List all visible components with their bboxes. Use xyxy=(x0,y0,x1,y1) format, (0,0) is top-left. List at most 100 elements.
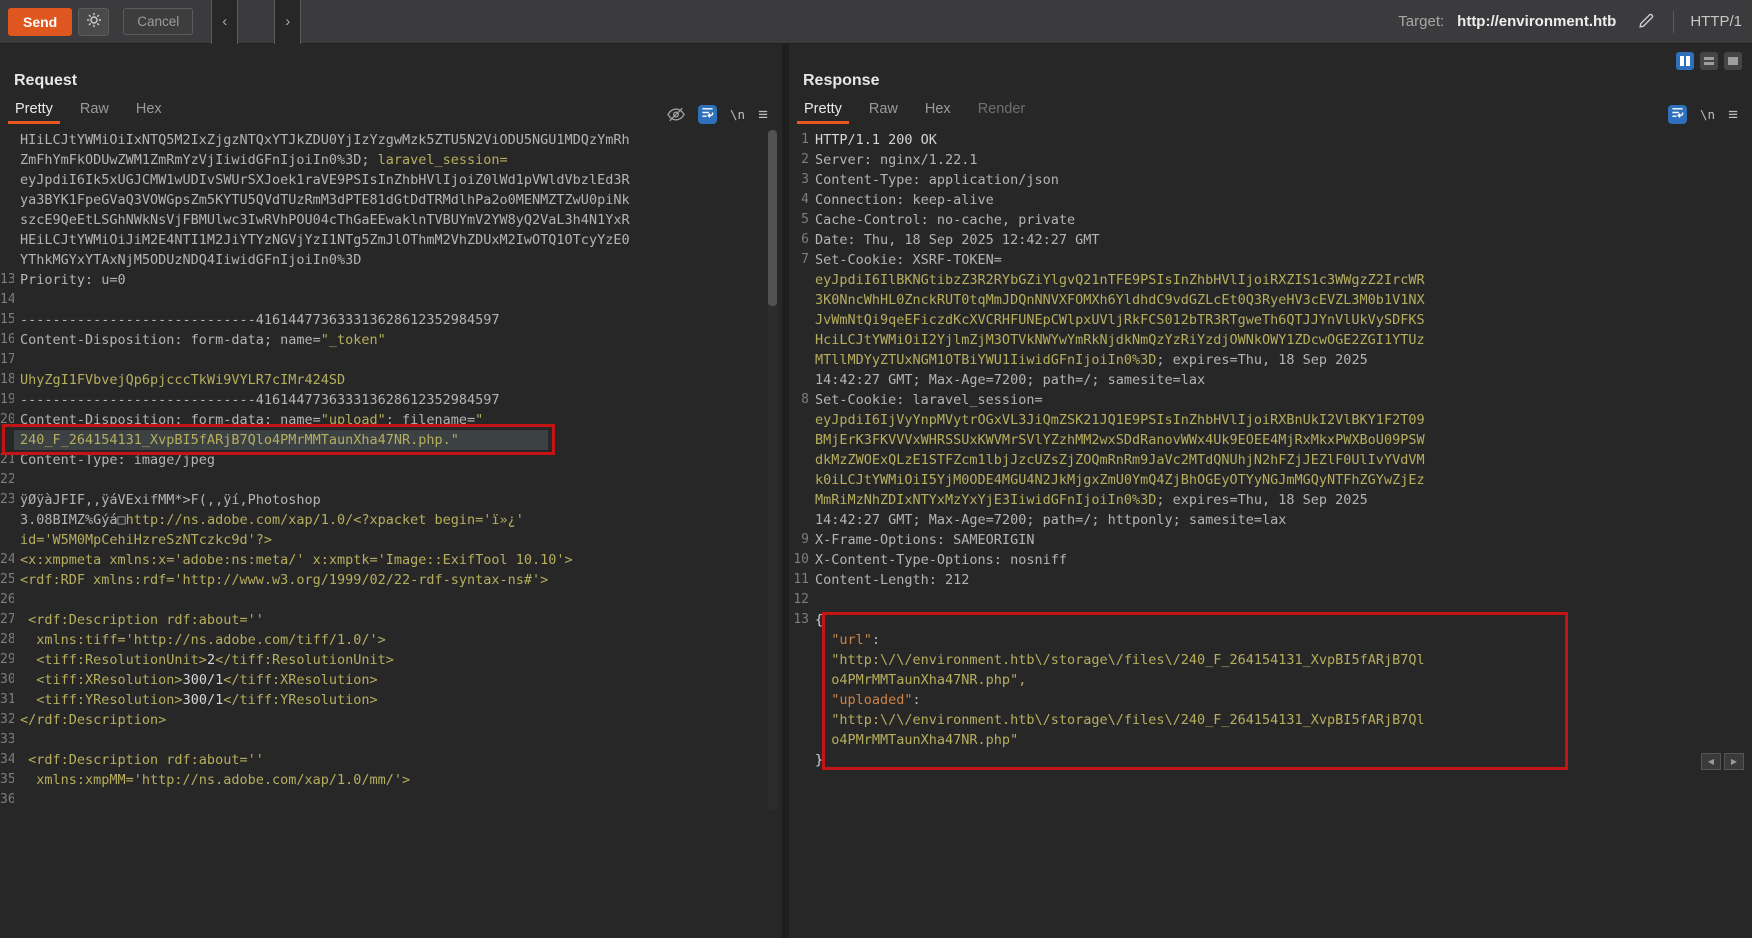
code-line: 6Date: Thu, 18 Sep 2025 12:42:27 GMT xyxy=(789,230,1752,250)
layout-columns-icon xyxy=(1680,56,1684,66)
code-text: MTllMDYyZTUxNGM1OTBiYWU1IiwidGFnIjoiIn0%… xyxy=(809,350,1368,370)
code-text: <rdf:Description rdf:about='' xyxy=(14,750,264,770)
code-text: "http:\/\/environment.htb\/storage\/file… xyxy=(809,650,1425,670)
code-line: 29 <tiff:ResolutionUnit>2</tiff:Resoluti… xyxy=(0,650,782,670)
code-text: szcE9QeEtLSGhNWkNsVjFBMUlwc3IwRVhPOU04cT… xyxy=(14,210,630,230)
code-line: 26 xyxy=(0,590,782,610)
send-button[interactable]: Send xyxy=(8,8,72,36)
code-line: 20Content-Disposition: form-data; name="… xyxy=(0,410,782,430)
line-number: 10 xyxy=(789,550,809,570)
code-line: 10X-Content-Type-Options: nosniff xyxy=(789,550,1752,570)
code-line: 7Set-Cookie: XSRF-TOKEN= xyxy=(789,250,1752,270)
target-url: http://environment.htb xyxy=(1457,13,1616,30)
request-editor[interactable]: HIiLCJtYWMiOiIxNTQ5M2IxZjgzNTQxYTJkZDU0Y… xyxy=(0,130,782,810)
http-version-label[interactable]: HTTP/1 xyxy=(1690,13,1742,30)
code-text: Content-Type: image/jpeg xyxy=(14,450,215,470)
tab-pretty[interactable]: Pretty xyxy=(8,98,60,124)
code-text: eyJpdiI6IlBKNGtibzZ3R2RYbGZiYlgvQ21nTFE9… xyxy=(809,270,1425,290)
code-line: "http:\/\/environment.htb\/storage\/file… xyxy=(789,710,1752,730)
code-text: ÿØÿàJFIF,,ÿáVExifMM*>F(,,ÿí,Photoshop xyxy=(14,490,321,510)
hide-nonprintable-eye-icon[interactable] xyxy=(667,107,685,122)
line-number xyxy=(789,750,809,770)
code-text: dkMzZWOExQLzE1STFZcm1lbjJzcUZsZjZOQmRnRm… xyxy=(809,450,1425,470)
wrap-icon xyxy=(701,106,714,124)
newline-toggle[interactable]: \n xyxy=(730,107,745,122)
code-line: 16Content-Disposition: form-data; name="… xyxy=(0,330,782,350)
line-number: 19 xyxy=(0,390,14,410)
code-text: "url": xyxy=(809,630,880,650)
tab-render[interactable]: Render xyxy=(971,98,1033,124)
code-line: eyJpdiI6IjVyYnpMVytrOGxVL3JiQmZSK21JQ1E9… xyxy=(789,410,1752,430)
code-text: 14:42:27 GMT; Max-Age=7200; path=/; same… xyxy=(809,370,1205,390)
layout-rows-button[interactable] xyxy=(1700,52,1718,70)
line-number xyxy=(0,230,14,250)
editor-menu-icon[interactable]: ≡ xyxy=(1728,106,1738,123)
code-line: 35 xmlns:xmpMM='http://ns.adobe.com/xap/… xyxy=(0,770,782,790)
response-editor[interactable]: 1HTTP/1.1 200 OK2Server: nginx/1.22.13Co… xyxy=(789,130,1752,770)
hscroll-right-button[interactable]: ▶ xyxy=(1724,753,1744,770)
line-number: 26 xyxy=(0,590,14,610)
line-number xyxy=(789,730,809,750)
repeater-main: Request Pretty Raw Hex xyxy=(0,44,1752,938)
code-line: 33 xyxy=(0,730,782,750)
code-line: 15-----------------------------416144773… xyxy=(0,310,782,330)
code-text: UhyZgI1FVbvejQp6pjcccTkWi9VYLR7cIMr424SD xyxy=(14,370,345,390)
code-line: 24<x:xmpmeta xmlns:x='adobe:ns:meta/' x:… xyxy=(0,550,782,570)
tab-hex[interactable]: Hex xyxy=(918,98,958,124)
code-line: 14:42:27 GMT; Max-Age=7200; path=/; http… xyxy=(789,510,1752,530)
tab-hex[interactable]: Hex xyxy=(129,98,169,124)
line-number: 24 xyxy=(0,550,14,570)
cancel-button[interactable]: Cancel xyxy=(123,8,193,35)
code-line: HEiLCJtYWMiOiJiM2E4NTI1M2JiYTYzNGVjYzI1N… xyxy=(0,230,782,250)
view-layout-buttons xyxy=(1676,52,1742,70)
editor-menu-icon[interactable]: ≡ xyxy=(758,106,768,123)
code-text: X-Frame-Options: SAMEORIGIN xyxy=(809,530,1034,550)
code-line: 31 <tiff:YResolution>300/1</tiff:YResolu… xyxy=(0,690,782,710)
tab-raw[interactable]: Raw xyxy=(73,98,116,124)
soft-wrap-toggle-button[interactable] xyxy=(1668,105,1687,124)
layout-columns-button[interactable] xyxy=(1676,52,1694,70)
line-number: 3 xyxy=(789,170,809,190)
line-number xyxy=(789,490,809,510)
line-number xyxy=(789,290,809,310)
line-number: 7 xyxy=(789,250,809,270)
line-number xyxy=(789,690,809,710)
line-number xyxy=(0,510,14,530)
edit-target-button[interactable] xyxy=(1636,10,1657,34)
code-text: Cache-Control: no-cache, private xyxy=(809,210,1075,230)
code-text: Set-Cookie: XSRF-TOKEN= xyxy=(809,250,1002,270)
request-panel: Request Pretty Raw Hex xyxy=(0,44,782,938)
code-line: MTllMDYyZTUxNGM1OTBiYWU1IiwidGFnIjoiIn0%… xyxy=(789,350,1752,370)
code-text: -----------------------------41614477363… xyxy=(14,310,500,330)
line-number xyxy=(789,470,809,490)
line-number: 13 xyxy=(0,270,14,290)
soft-wrap-toggle-button[interactable] xyxy=(698,105,717,124)
code-line: 17 xyxy=(0,350,782,370)
tab-raw[interactable]: Raw xyxy=(862,98,905,124)
line-number: 23 xyxy=(0,490,14,510)
line-number: 16 xyxy=(0,330,14,350)
response-tabs-row: Pretty Raw Hex Render \n ≡ xyxy=(789,94,1752,124)
settings-gear-button[interactable] xyxy=(78,8,109,36)
line-number xyxy=(789,370,809,390)
code-line: 32</rdf:Description> xyxy=(0,710,782,730)
code-line: 25<rdf:RDF xmlns:rdf='http://www.w3.org/… xyxy=(0,570,782,590)
line-number: 30 xyxy=(0,670,14,690)
code-text xyxy=(809,590,815,610)
layout-single-button[interactable] xyxy=(1724,52,1742,70)
code-text: <rdf:Description rdf:about='' xyxy=(14,610,264,630)
code-line: 3Content-Type: application/json xyxy=(789,170,1752,190)
code-text: <tiff:ResolutionUnit>2</tiff:ResolutionU… xyxy=(14,650,394,670)
pencil-icon xyxy=(1638,17,1655,32)
line-number: 21 xyxy=(0,450,14,470)
line-number xyxy=(789,310,809,330)
code-line: 30 <tiff:XResolution>300/1</tiff:XResolu… xyxy=(0,670,782,690)
line-number xyxy=(789,650,809,670)
request-scrollbar-thumb[interactable] xyxy=(768,130,777,306)
request-scrollbar-track[interactable] xyxy=(768,130,777,810)
newline-toggle[interactable]: \n xyxy=(1700,107,1715,122)
tab-pretty[interactable]: Pretty xyxy=(797,98,849,124)
code-line: YThkMGYxYTAxNjM5ODUzNDQ4IiwidGFnIjoiIn0%… xyxy=(0,250,782,270)
hscroll-left-button[interactable]: ◀ xyxy=(1701,753,1721,770)
panel-split-handle[interactable] xyxy=(782,44,789,938)
